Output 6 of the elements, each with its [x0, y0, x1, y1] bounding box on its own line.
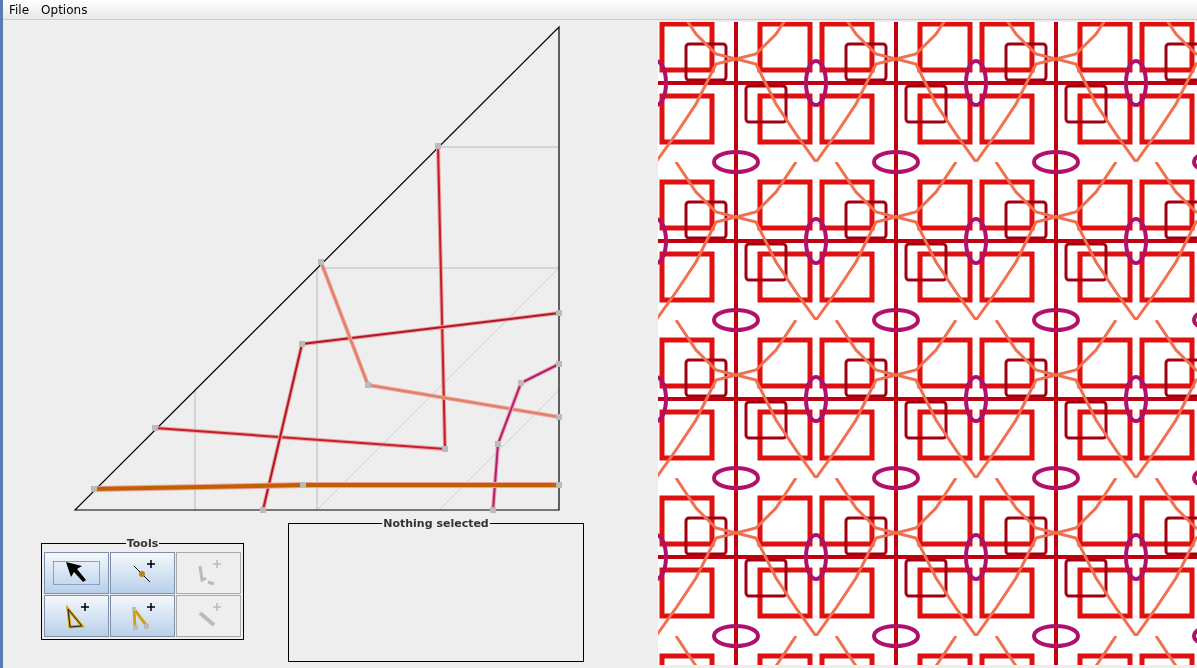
panel-title: Nothing selected	[382, 517, 490, 530]
tool-button[interactable]	[44, 595, 109, 637]
menu-item[interactable]: Options	[41, 2, 88, 17]
panel-title: Tools	[125, 537, 160, 550]
tool-button[interactable]	[44, 552, 109, 594]
menu-item[interactable]: File	[9, 2, 30, 17]
